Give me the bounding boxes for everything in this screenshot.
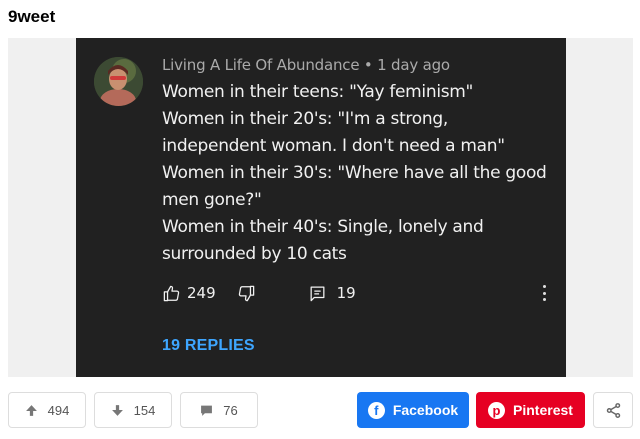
pinterest-share-button[interactable]: p Pinterest [476, 392, 585, 428]
comment-author: Living A Life Of Abundance • 1 day ago [162, 56, 450, 74]
downvote-button[interactable]: 154 [94, 392, 172, 428]
comment-line: Women in their 30's: "Where have all the… [162, 163, 547, 210]
facebook-label: Facebook [392, 402, 459, 418]
arrow-down-icon [111, 404, 124, 417]
like-count: 249 [187, 284, 216, 302]
pinterest-icon: p [488, 401, 506, 419]
thumbs-down-icon[interactable] [237, 284, 256, 303]
comment-actions: 249 19 [162, 282, 356, 304]
vertical-dots-icon[interactable] [540, 285, 548, 301]
share-icon [605, 402, 622, 419]
thumbs-up-icon [162, 284, 181, 303]
post-title: 9weet [8, 7, 56, 26]
upvote-count: 494 [47, 402, 70, 418]
facebook-share-button[interactable]: f Facebook [357, 392, 469, 428]
arrow-up-icon [25, 404, 38, 417]
replies-link[interactable]: 19 REPLIES [162, 337, 255, 355]
comments-count: 76 [223, 402, 238, 418]
speech-bubble-icon [200, 404, 213, 417]
comment-line: Women in their teens: "Yay feminism" [162, 82, 474, 102]
comment-line: Women in their 20's: "I'm a strong, inde… [162, 109, 505, 156]
reply-count: 19 [336, 284, 356, 302]
comment-body: Women in their teens: "Yay feminism" Wom… [162, 79, 557, 268]
pinterest-label: Pinterest [513, 402, 573, 418]
comments-button[interactable]: 76 [180, 392, 258, 428]
facebook-icon: f [367, 401, 385, 419]
upvote-button[interactable]: 494 [8, 392, 86, 428]
comment-icon[interactable] [308, 284, 327, 303]
comment-line: Women in their 40's: Single, lonely and … [162, 217, 484, 264]
share-button[interactable] [593, 392, 633, 428]
avatar [94, 57, 143, 106]
downvote-count: 154 [133, 402, 156, 418]
